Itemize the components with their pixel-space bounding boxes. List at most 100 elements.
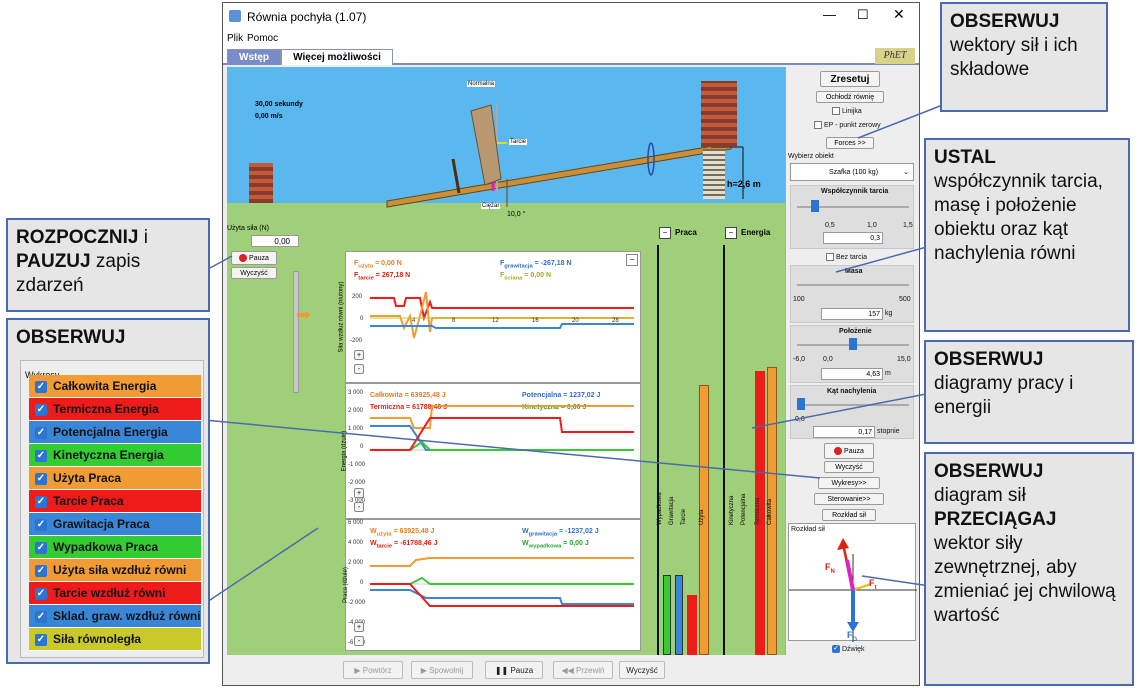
legend-item[interactable]: ✓ Całkowita Energia [29, 375, 201, 398]
slow-button[interactable]: ▶ Spowolnij [411, 661, 473, 679]
callout-set: USTAL współczynnik tarcia, masę i położe… [924, 138, 1130, 332]
legend-item[interactable]: ✓ Siła równoległa [29, 628, 201, 651]
friction-title: Współczynnik tarcia [821, 188, 889, 195]
friction-tick: 1,5 [903, 222, 913, 229]
mass-slider-track[interactable] [797, 284, 909, 286]
callout-diagrams-bold: OBSERWUJ [934, 349, 1044, 370]
minimize-work-icon[interactable]: − [659, 227, 671, 239]
clear-button-right[interactable]: Wyczyść [824, 461, 874, 473]
callout-fbd-text2: wektor siły zewnętrznej, aby zmieniać je… [934, 533, 1116, 626]
legend-item[interactable]: ✓ Wypadkowa Praca [29, 536, 201, 559]
maximize-icon[interactable]: ☐ [857, 7, 869, 23]
zoom-in-icon[interactable]: + [354, 350, 364, 360]
forces-button[interactable]: Forces >> [826, 137, 874, 149]
fbd-button[interactable]: Rozkład sił [822, 509, 876, 521]
angle-slider-track[interactable] [797, 404, 909, 406]
applied-force-slider[interactable] [293, 271, 299, 393]
legend-item[interactable]: ✓ Tarcie wzdłuż równi [29, 582, 201, 605]
charts-button[interactable]: Wykresy>> [818, 477, 880, 489]
rewind-button[interactable]: ◀◀ Przewiń [553, 661, 613, 679]
reset-button[interactable]: Zresetuj [820, 71, 880, 87]
legend-item[interactable]: ✓ Sklad. graw. wzdłuż równi [29, 605, 201, 628]
friction-slider-thumb[interactable] [811, 200, 819, 212]
checkmark-icon[interactable]: ✓ [35, 472, 47, 485]
applied-force-input[interactable]: 0,00 [251, 235, 299, 247]
pause-playback-button[interactable]: ❚❚ Pauza [485, 661, 543, 679]
net-work-bar-label: Wypadkowa [657, 492, 663, 525]
pause-button-left[interactable]: Pauza [231, 251, 277, 265]
legend-item[interactable]: ✓ Potencjalna Energia [29, 421, 201, 444]
menu-file[interactable]: Plik [227, 33, 243, 44]
zoom-out-icon[interactable]: - [354, 364, 364, 374]
checkmark-icon[interactable]: ✓ [35, 564, 47, 577]
checkmark-icon[interactable]: ✓ [35, 587, 47, 600]
zoom-out-icon[interactable]: - [354, 502, 364, 512]
pause-button-right[interactable]: Pauza [824, 443, 874, 459]
chevron-down-icon: ⌄ [903, 169, 909, 176]
mass-input[interactable]: 157 [821, 308, 883, 320]
no-friction-checkbox[interactable]: Bez tarcia [826, 253, 867, 261]
checkmark-icon[interactable]: ✓ [35, 403, 47, 416]
friction-input[interactable]: 0,3 [823, 232, 883, 244]
legend-item[interactable]: ✓ Termiczna Energia [29, 398, 201, 421]
minimize-graph-icon[interactable]: − [626, 254, 638, 266]
clear-playback-button[interactable]: Wyczyść [619, 661, 665, 679]
minimize-icon[interactable]: — [823, 7, 836, 22]
slider-arrow-icon[interactable] [297, 311, 311, 319]
friction-label: Tarcie [509, 139, 528, 145]
legend-item-label: Sklad. graw. wzdłuż równi [53, 609, 201, 623]
legend-item[interactable]: ✓ Użyta siła wzdłuż równi [29, 559, 201, 582]
zoom-in-icon[interactable]: + [354, 488, 364, 498]
repeat-button[interactable]: ▶ Powtórz [343, 661, 403, 679]
ruler-checkbox[interactable]: Linijka [832, 107, 862, 115]
tab-intro[interactable]: Wstęp [227, 49, 281, 65]
checkmark-icon[interactable]: ✓ [35, 633, 47, 646]
zoom-in-icon[interactable]: + [354, 622, 364, 632]
callout-charts: OBSERWUJ Wykresy ✓Całkowita Energia✓Term… [6, 318, 210, 664]
checkmark-icon[interactable]: ✓ [35, 495, 47, 508]
tab-strip: Wstęp Więcej możliwości PhET [223, 47, 919, 65]
net-work-bar [663, 575, 671, 655]
checkmark-icon[interactable]: ✓ [35, 541, 47, 554]
menu-help[interactable]: Pomoc [247, 33, 278, 44]
cool-ramp-button[interactable]: Ochłodź równię [816, 91, 884, 103]
object-select[interactable]: Szafka (100 kg) ⌄ [790, 163, 914, 181]
control-button[interactable]: Sterowanie>> [814, 493, 884, 505]
callout-record-bold2: PAUZUJ [16, 251, 91, 272]
checkmark-icon[interactable]: ✓ [35, 610, 47, 623]
ramp[interactable] [386, 142, 732, 208]
ruler-label: Linijka [841, 107, 862, 115]
legend-item[interactable]: ✓ Grawitacja Praca [29, 513, 201, 536]
position-slider-thumb[interactable] [849, 338, 857, 350]
sound-label: Dźwięk [842, 645, 865, 653]
ep-checkbox[interactable]: EP - punkt zerowy [814, 121, 881, 129]
checkmark-icon[interactable]: ✓ [35, 380, 47, 393]
legend-item[interactable]: ✓ Użyta Praca [29, 467, 201, 490]
friction-tick: 0,5 [825, 222, 835, 229]
applied-force-arrow[interactable] [845, 559, 855, 591]
no-friction-label: Bez tarcia [835, 253, 868, 261]
callout-diagrams-text: diagramy pracy i energii [934, 373, 1074, 418]
normal-label: Normalna [467, 81, 496, 87]
tab-more[interactable]: Więcej możliwości [281, 49, 393, 65]
legend-item-label: Potencjalna Energia [53, 425, 168, 439]
checkmark-icon[interactable]: ✓ [35, 518, 47, 531]
checkmark-icon[interactable]: ✓ [35, 426, 47, 439]
position-input[interactable]: 4,63 [821, 368, 883, 380]
zoom-out-icon[interactable]: - [354, 636, 364, 646]
legend-item[interactable]: ✓ Kinetyczna Energia [29, 444, 201, 467]
window-title: Równia pochyła (1.07) [247, 10, 367, 24]
sound-checkbox[interactable]: ✓ Dźwięk [832, 645, 865, 653]
angle-slider-thumb[interactable] [797, 398, 805, 410]
angle-input[interactable]: 0,17 [813, 426, 875, 438]
close-icon[interactable]: ✕ [893, 6, 905, 23]
angle-tick: 0,0 [795, 416, 805, 423]
legend-item[interactable]: ✓ Tarcie Praca [29, 490, 201, 513]
work-bar-chart: − Praca Wypadkowa Grawitacja Tarcie Użyt… [655, 225, 721, 655]
work-bar-title: Praca [675, 228, 697, 237]
minimize-energy-icon[interactable]: − [725, 227, 737, 239]
checkmark-icon[interactable]: ✓ [35, 449, 47, 462]
work-ytick: 2 000 [348, 560, 364, 566]
callout-fbd: OBSERWUJ diagram sił PRZECIĄGAJ wektor s… [924, 452, 1134, 686]
clear-button-left[interactable]: Wyczyść [231, 267, 277, 279]
